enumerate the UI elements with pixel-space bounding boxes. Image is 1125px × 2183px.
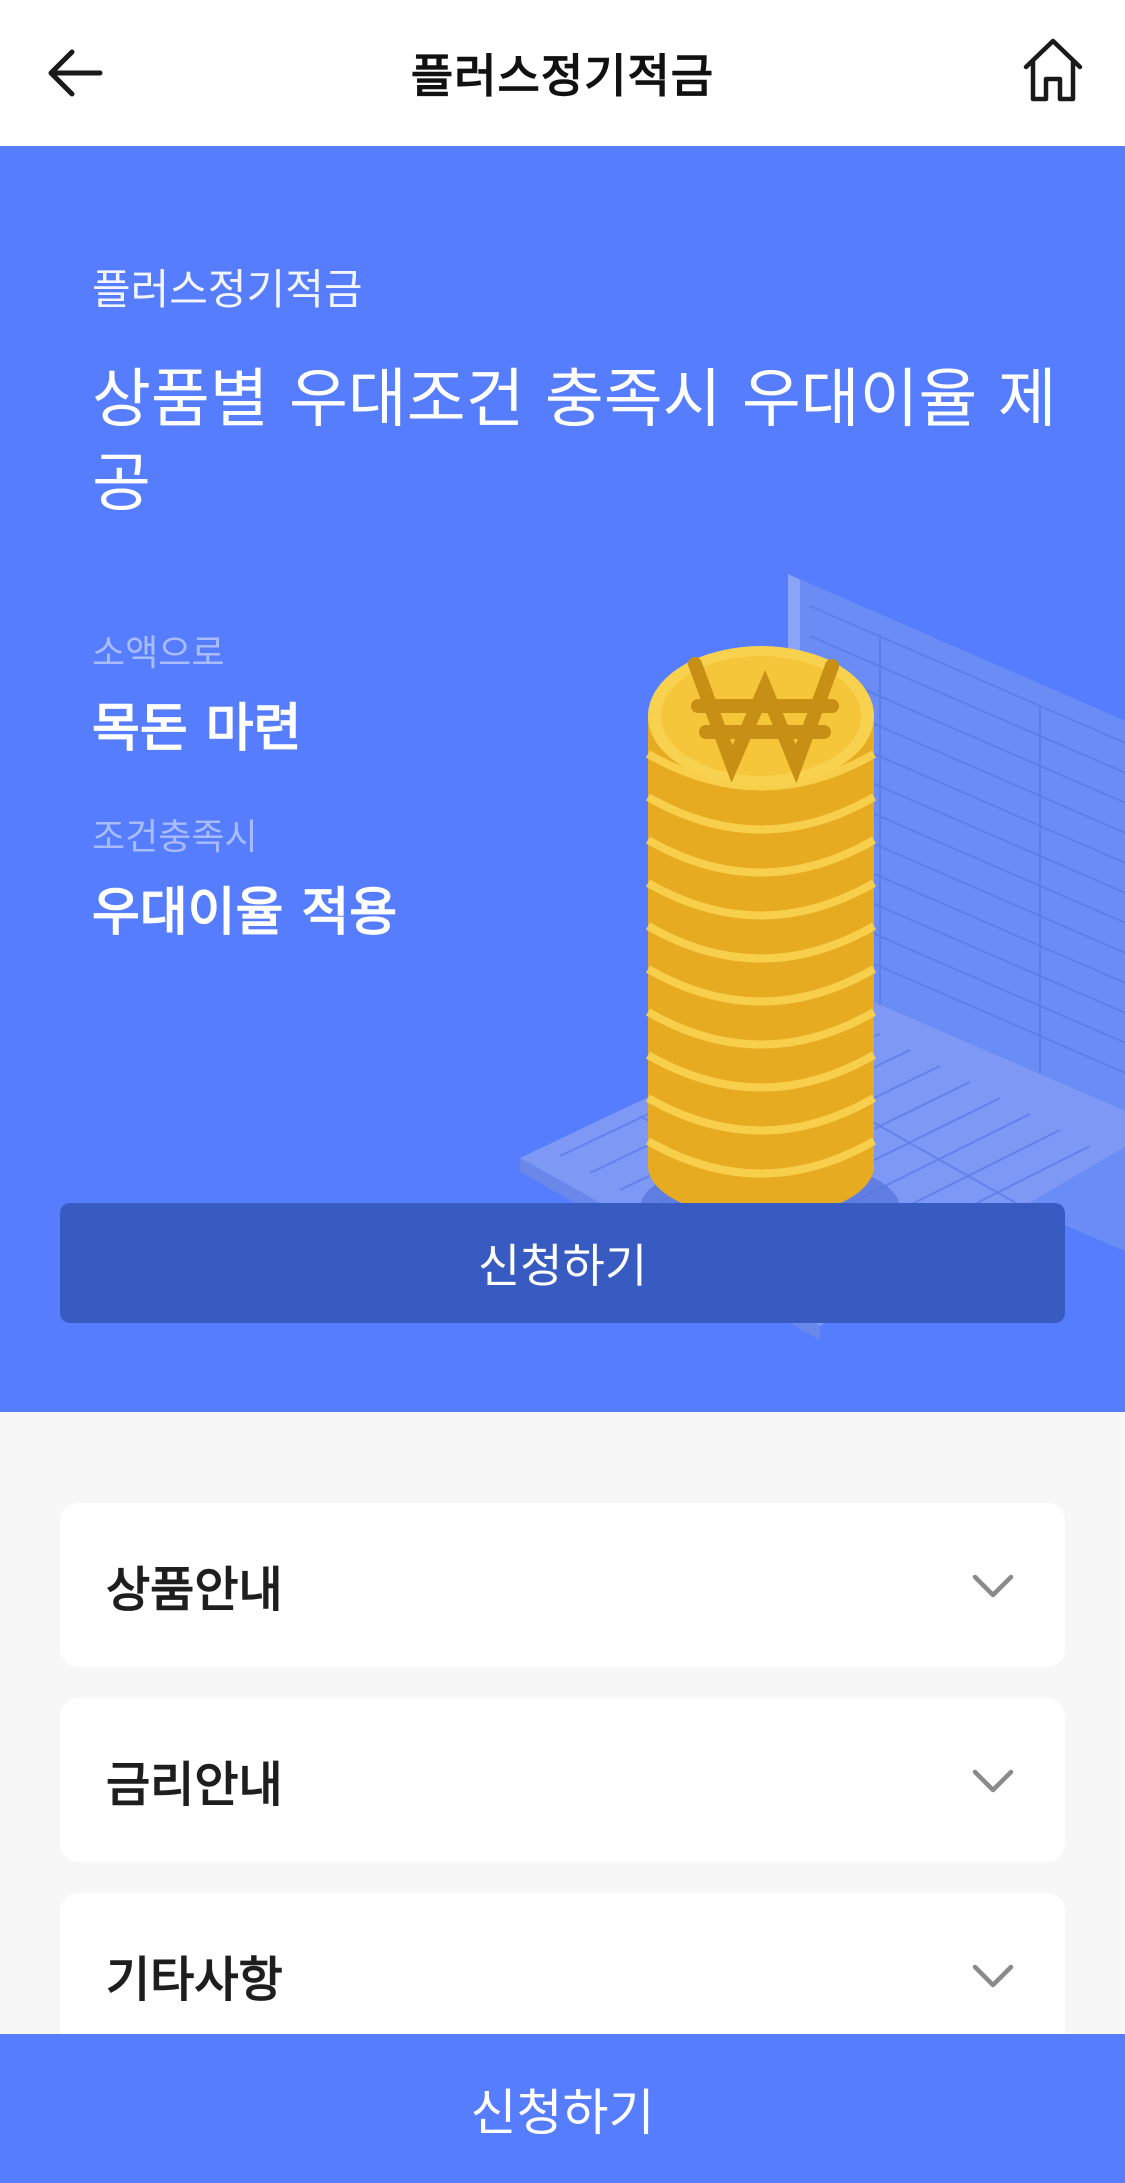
home-button[interactable] bbox=[1017, 34, 1089, 106]
page-title: 플러스정기적금 bbox=[410, 49, 715, 103]
feature-value: 우대이율 적용 bbox=[92, 883, 398, 943]
chevron-down-icon bbox=[972, 1964, 1014, 1988]
accordion-label: 금리안내 bbox=[106, 1757, 283, 1813]
top-app-bar: 플러스정기적금 bbox=[0, 0, 1125, 146]
product-name: 플러스정기적금 bbox=[92, 265, 363, 314]
accordion-product-info[interactable]: 상품안내 bbox=[60, 1503, 1065, 1667]
feature-value: 목돈 마련 bbox=[92, 699, 302, 759]
accordion-label: 상품안내 bbox=[106, 1562, 283, 1618]
back-button[interactable] bbox=[40, 38, 110, 108]
back-arrow-icon bbox=[48, 49, 103, 97]
home-icon bbox=[1023, 38, 1083, 102]
apply-button[interactable]: 신청하기 bbox=[60, 1203, 1065, 1323]
chevron-down-icon bbox=[972, 1769, 1014, 1793]
hero-banner: 플러스정기적금 상품별 우대조건 충족시 우대이율 제공 소액으로 목돈 마련 … bbox=[0, 146, 1125, 1412]
accordion-interest-info[interactable]: 금리안내 bbox=[60, 1698, 1065, 1862]
bottom-apply-button[interactable]: 신청하기 bbox=[0, 2034, 1125, 2183]
hero-headline: 상품별 우대조건 충족시 우대이율 제공 bbox=[92, 363, 1057, 521]
chevron-down-icon bbox=[972, 1574, 1014, 1598]
accordion-other-info[interactable]: 기타사항 bbox=[60, 1893, 1065, 2057]
feature-label: 조건충족시 bbox=[92, 817, 258, 858]
feature-label: 소액으로 bbox=[92, 633, 225, 674]
accordion-label: 기타사항 bbox=[106, 1952, 283, 2008]
